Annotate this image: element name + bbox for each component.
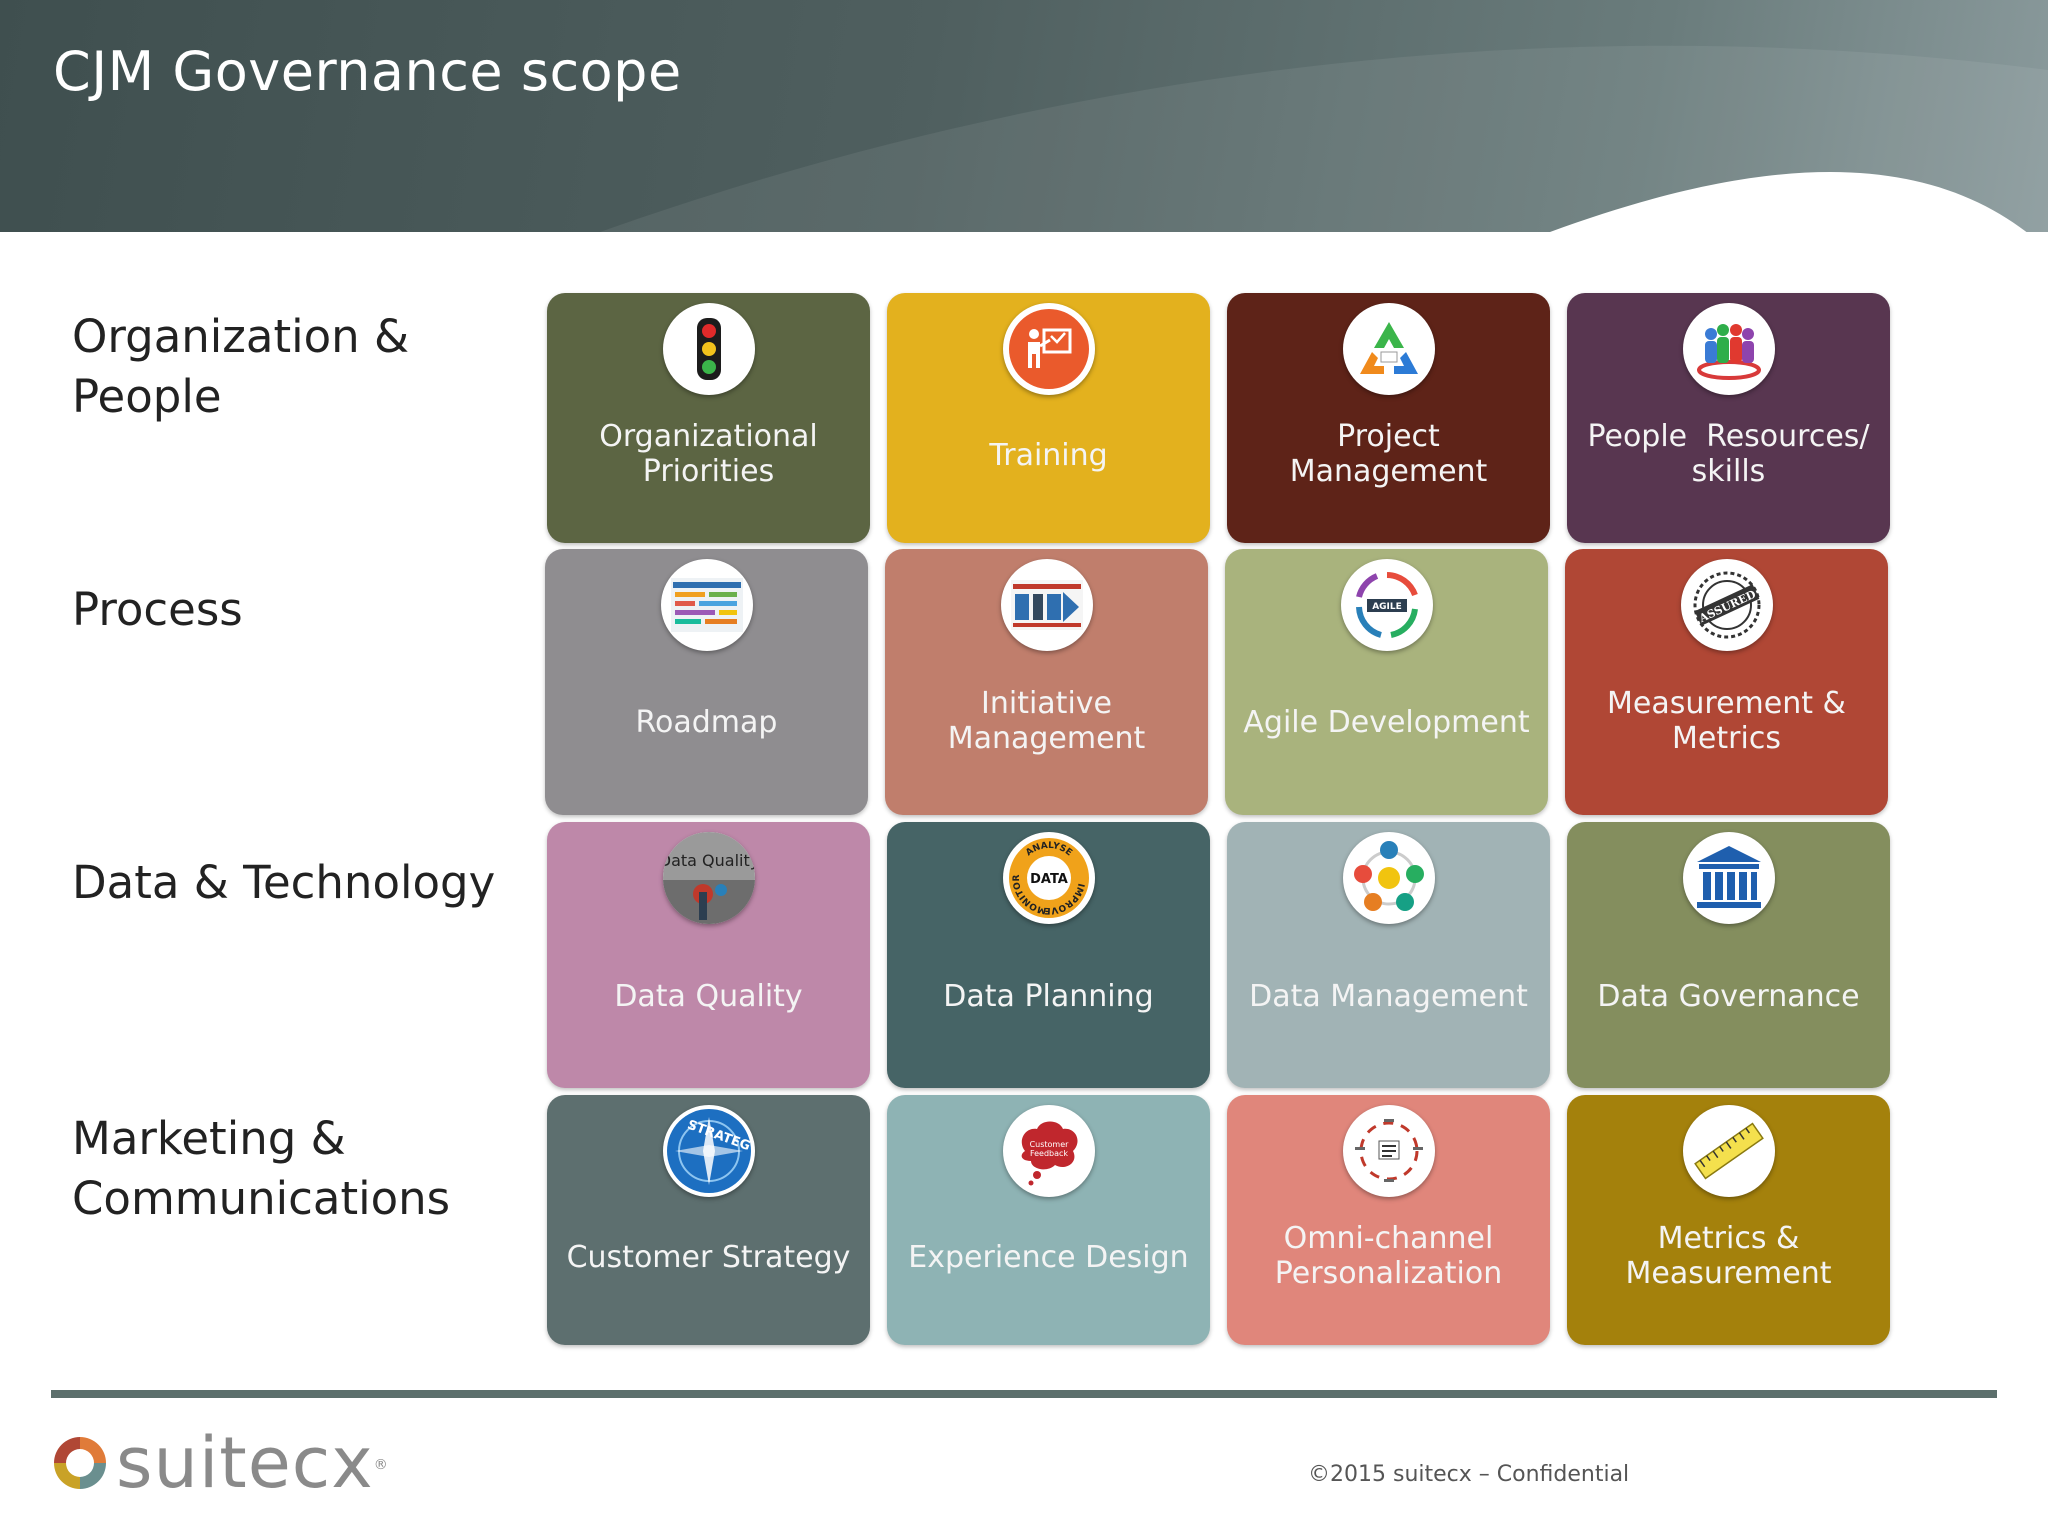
tile-label: Organizational Priorities [599, 419, 818, 489]
customer-feedback-text: Customer Feedback [1029, 1140, 1069, 1158]
people-group-icon [1682, 303, 1775, 395]
slide-title: CJM Governance scope [53, 40, 682, 103]
data-quality-text: Data Quality [663, 851, 755, 870]
tile-label: People Resources/ skills [1587, 419, 1870, 489]
suitecx-logo-mark-icon [54, 1437, 106, 1489]
tile-initiative-management[interactable]: Initiative Management [885, 549, 1208, 815]
tile-data-management[interactable]: Data Management [1227, 822, 1550, 1088]
tile-label: Data Planning [943, 979, 1154, 1014]
governance-building-icon [1682, 832, 1775, 924]
footer-divider [51, 1390, 1997, 1398]
tile-people-resources[interactable]: People Resources/ skills [1567, 293, 1890, 543]
header-band: CJM Governance scope [0, 0, 2048, 232]
tile-organizational-priorities[interactable]: Organizational Priorities [547, 293, 870, 543]
row-label-marketing-communications: Marketing & Communications [72, 1112, 451, 1225]
data-quality-icon: Data Quality [662, 832, 755, 924]
data-management-icon [1342, 832, 1435, 924]
tile-agile-development[interactable]: AGILE Agile Development [1225, 549, 1548, 815]
tile-experience-design[interactable]: Customer Feedback Experience Design [887, 1095, 1210, 1345]
compass-strategy-icon: STRATEG [662, 1105, 755, 1197]
tile-customer-strategy[interactable]: STRATEG Customer Strategy [547, 1095, 870, 1345]
channel-cycle-icon [1342, 1105, 1435, 1197]
tile-roadmap[interactable]: Roadmap [545, 549, 868, 815]
presentation-board-icon [1002, 303, 1095, 395]
header-swoosh [600, 45, 2048, 232]
tile-label: Initiative Management [947, 686, 1146, 756]
ruler-icon [1682, 1105, 1775, 1197]
tile-omni-channel-personalization[interactable]: Omni-channel Personalization [1227, 1095, 1550, 1345]
tile-label: Agile Development [1243, 705, 1530, 740]
tile-label: Customer Strategy [566, 1240, 851, 1275]
row-label-data-technology: Data & Technology [72, 856, 496, 909]
tile-label: Data Management [1249, 979, 1528, 1014]
row-label-organization-people: Organization & People [72, 310, 410, 423]
registered-mark: ® [373, 1457, 388, 1473]
row-label-process: Process [72, 583, 243, 636]
tile-label: Training [989, 438, 1108, 473]
tile-label: Data Governance [1597, 979, 1860, 1014]
tile-label: Project Management [1289, 419, 1488, 489]
recycle-triangle-icon [1342, 303, 1435, 395]
data-text: DATA [1030, 872, 1068, 887]
feedback-bubble-icon: Customer Feedback [1002, 1105, 1095, 1197]
roadmap-chart-icon [660, 559, 753, 651]
initiative-chart-icon [1000, 559, 1093, 651]
agile-cycle-icon: AGILE [1340, 559, 1433, 651]
tile-label: Measurement & Metrics [1607, 686, 1846, 756]
tile-data-planning[interactable]: ANALYSE IMPROVE MONITOR DATA Data Planni… [887, 822, 1210, 1088]
data-cycle-icon: ANALYSE IMPROVE MONITOR DATA [1002, 832, 1095, 924]
tile-data-quality[interactable]: Data Quality Data Quality [547, 822, 870, 1088]
assured-stamp-icon: ASSURED [1680, 559, 1773, 651]
tile-measurement-metrics[interactable]: ASSURED Measurement & Metrics [1565, 549, 1888, 815]
tile-training[interactable]: Training [887, 293, 1210, 543]
tile-label: Roadmap [635, 705, 778, 740]
agile-text: AGILE [1372, 602, 1402, 612]
tile-label: Data Quality [614, 979, 803, 1014]
tile-label: Omni-channel Personalization [1274, 1221, 1503, 1291]
tile-project-management[interactable]: Project Management [1227, 293, 1550, 543]
tile-metrics-measurement[interactable]: Metrics & Measurement [1567, 1095, 1890, 1345]
traffic-light-icon [662, 303, 755, 395]
tile-data-governance[interactable]: Data Governance [1567, 822, 1890, 1088]
copyright-text: ©2015 suitecx – Confidential [1308, 1462, 1630, 1487]
tile-label: Metrics & Measurement [1625, 1221, 1832, 1291]
suitecx-logo-text: suitecx [116, 1422, 374, 1504]
tile-label: Experience Design [908, 1240, 1189, 1275]
suitecx-logo: suitecx ® [50, 1428, 388, 1498]
